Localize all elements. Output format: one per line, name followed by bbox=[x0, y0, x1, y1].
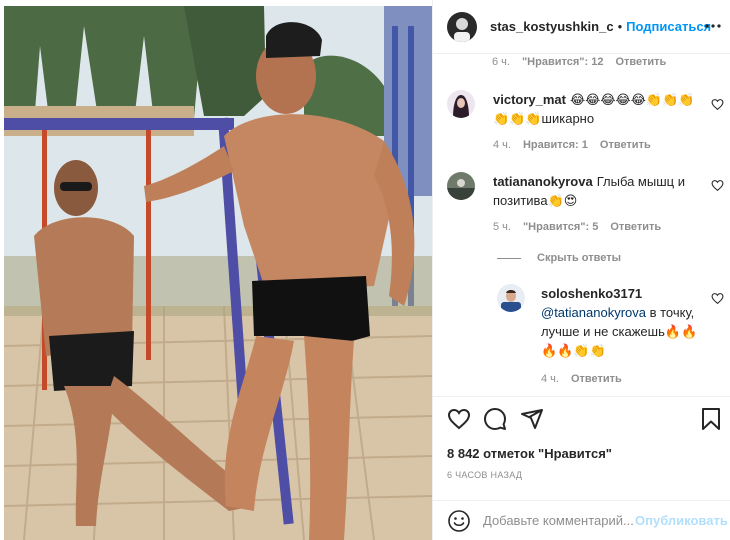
replies-divider-line bbox=[497, 257, 521, 259]
comment-age: 4 ч. bbox=[493, 139, 511, 151]
comment-item: tatiananokyrova Глыба мышц и позитива👏😍 5… bbox=[447, 172, 698, 237]
reply-button[interactable]: Ответить bbox=[600, 136, 651, 155]
follow-button[interactable]: Подписаться bbox=[626, 19, 711, 34]
reply-button[interactable]: Ответить bbox=[571, 370, 622, 389]
header-separator: • bbox=[617, 19, 623, 34]
post-actions bbox=[433, 396, 730, 440]
post-sidebar: stas_kostyushkin_c • Подписаться 6 ч. "Н… bbox=[432, 0, 730, 540]
bookmark-icon[interactable] bbox=[699, 407, 723, 431]
author-avatar[interactable] bbox=[447, 11, 477, 42]
comment-meta: 6 ч. "Нравится": 12 Ответить bbox=[492, 56, 666, 68]
reply-button[interactable]: Ответить bbox=[615, 56, 666, 68]
post-photo[interactable] bbox=[4, 6, 432, 540]
comment-likes[interactable]: "Нравится": 5 bbox=[523, 218, 598, 237]
heart-icon[interactable] bbox=[447, 407, 471, 431]
post-photo-pane bbox=[0, 0, 432, 540]
comment-age: 6 ч. bbox=[492, 56, 510, 68]
hide-replies-label: Скрыть ответы bbox=[537, 252, 621, 264]
reply-like-heart-icon[interactable] bbox=[711, 292, 724, 305]
comment-input[interactable] bbox=[483, 513, 633, 528]
reply-username[interactable]: soloshenko3171 bbox=[541, 286, 642, 301]
comment-icon[interactable] bbox=[483, 407, 507, 431]
comment-meta: 4 ч. Нравится: 1 Ответить bbox=[493, 136, 703, 155]
comment-likes[interactable]: Нравится: 1 bbox=[523, 136, 588, 155]
comment-item: victory_mat 😂😂😂😂😂👏👏👏👏👏👏шикарно 4 ч. Нрави… bbox=[447, 90, 703, 155]
share-icon[interactable] bbox=[520, 407, 544, 431]
post-time[interactable]: 6 ЧАСОВ НАЗАД bbox=[447, 470, 522, 480]
publish-button[interactable]: Опубликовать bbox=[635, 513, 728, 528]
hide-replies-button[interactable]: Скрыть ответы bbox=[497, 252, 621, 264]
more-horizontal-icon[interactable] bbox=[705, 18, 721, 34]
commenter-avatar[interactable] bbox=[447, 172, 475, 200]
comment-meta: 5 ч. "Нравится": 5 Ответить bbox=[493, 218, 698, 237]
post-header: stas_kostyushkin_c • Подписаться bbox=[433, 0, 730, 54]
comment-username[interactable]: tatiananokyrova bbox=[493, 174, 593, 189]
reply-age: 4 ч. bbox=[541, 373, 559, 385]
author-username[interactable]: stas_kostyushkin_c bbox=[490, 19, 614, 34]
comment-username[interactable]: victory_mat bbox=[493, 92, 566, 107]
likes-count[interactable]: 8 842 отметок "Нравится" bbox=[447, 446, 612, 461]
comment-age: 5 ч. bbox=[493, 221, 511, 233]
reply-mention-link[interactable]: @tatiananokyrova bbox=[541, 305, 646, 320]
comment-like-heart-icon[interactable] bbox=[711, 179, 724, 192]
reply-item: soloshenko3171 @tatiananokyrova в точку,… bbox=[497, 284, 706, 389]
commenter-avatar[interactable] bbox=[447, 90, 475, 118]
reply-button[interactable]: Ответить bbox=[610, 218, 661, 237]
emoji-icon[interactable] bbox=[447, 509, 471, 533]
add-comment-bar: Опубликовать bbox=[433, 500, 730, 540]
reply-meta: 4 ч. Ответить bbox=[541, 370, 706, 389]
comment-like-heart-icon[interactable] bbox=[711, 98, 724, 111]
reply-avatar[interactable] bbox=[497, 284, 525, 312]
comment-likes[interactable]: "Нравится": 12 bbox=[522, 56, 603, 68]
comments-list[interactable]: 6 ч. "Нравится": 12 Ответить victory_mat… bbox=[433, 54, 730, 396]
